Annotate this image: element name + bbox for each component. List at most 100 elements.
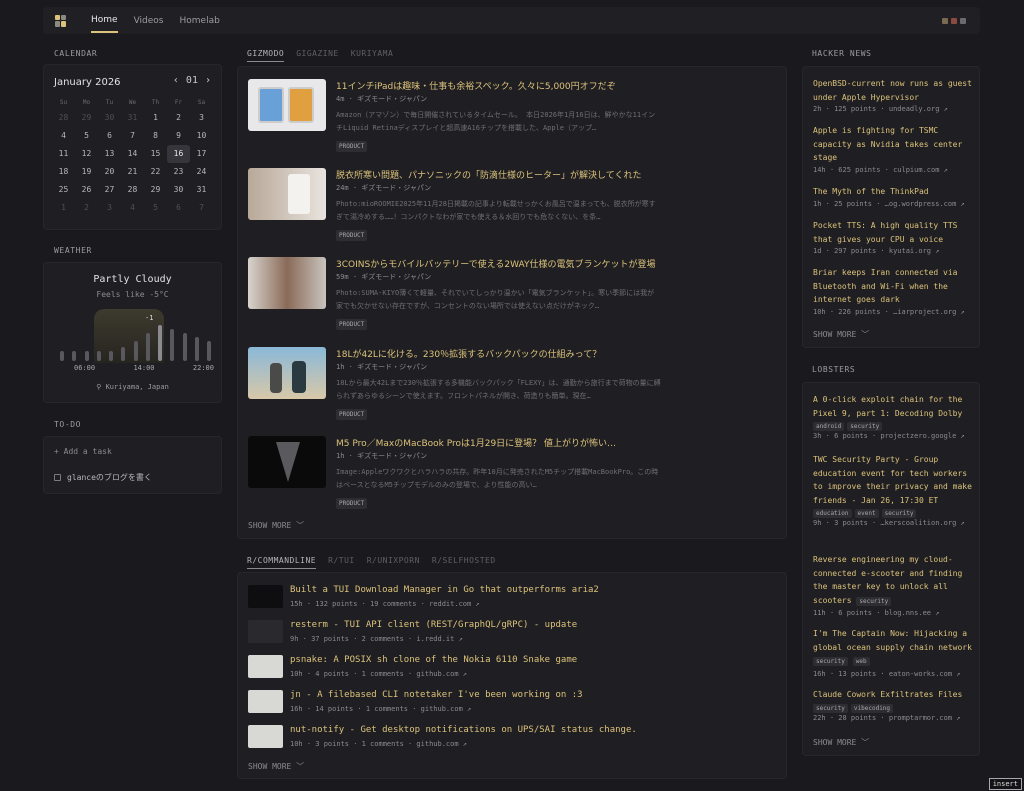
lobsters-tag[interactable]: education — [813, 509, 852, 518]
lobsters-item[interactable]: Reverse engineering my cloud-connected e… — [813, 553, 973, 617]
hn-title[interactable]: Pocket TTS: A high quality TTS that give… — [813, 219, 973, 246]
hn-title[interactable]: Briar keeps Iran connected via Bluetooth… — [813, 266, 973, 307]
lobsters-title-link[interactable]: Claude Cowork Exfiltrates Files — [813, 688, 973, 702]
hn-item[interactable]: Briar keeps Iran connected via Bluetooth… — [813, 266, 973, 316]
article-thumbnail[interactable] — [248, 257, 326, 309]
theme-dot-icon[interactable] — [960, 18, 966, 24]
calendar-day: 12 — [81, 149, 92, 158]
theme-dot-icon[interactable] — [951, 18, 957, 24]
nav-videos[interactable]: Videos — [134, 10, 164, 32]
post-title[interactable]: nut-notify - Get desktop notifications o… — [290, 725, 637, 735]
reddit-post[interactable]: jn - A filebased CLI notetaker I've been… — [248, 690, 778, 720]
reddit-post[interactable]: Built a TUI Download Manager in Go that … — [248, 585, 778, 615]
article-thumbnail[interactable] — [248, 79, 326, 131]
calendar-day: 5 — [84, 131, 89, 140]
calendar-day: 25 — [58, 185, 69, 194]
next-month-icon[interactable]: › — [205, 75, 211, 86]
post-title[interactable]: jn - A filebased CLI notetaker I've been… — [290, 690, 583, 700]
lobsters-tag[interactable]: security — [813, 703, 848, 713]
nav-homelab[interactable]: Homelab — [179, 10, 219, 32]
tab-kuriyama[interactable]: KURIYAMA — [351, 49, 394, 62]
article-description: Image:Appleワクワクとハラハラの共存。昨年10月に発売されたM5チップ… — [336, 468, 659, 489]
tab-gizmodo[interactable]: GIZMODO — [247, 49, 285, 62]
temperature-bar — [109, 351, 113, 361]
lobsters-tag[interactable]: vibecoding — [850, 703, 894, 713]
lobsters-tag[interactable]: web — [852, 657, 870, 666]
lobsters-tag[interactable]: security — [847, 422, 883, 431]
lobsters-item[interactable]: TWC Security Party - Group education eve… — [813, 453, 973, 527]
lobsters-title-link[interactable]: A 0-click exploit chain for the Pixel 9,… — [813, 393, 973, 420]
news-article[interactable]: 11インチiPadは趣味・仕事も余裕スペック。久々に5,000円オフだぞ 4m … — [248, 79, 778, 159]
article-title[interactable]: 11インチiPadは趣味・仕事も余裕スペック。久々に5,000円オフだぞ — [336, 79, 616, 92]
calendar-day: 15 — [150, 149, 161, 158]
lobsters-title-text[interactable]: I'm The Captain Now: Hijacking a global … — [813, 629, 972, 652]
todo-checkbox[interactable] — [54, 474, 61, 481]
hn-item[interactable]: The Myth of the ThinkPad 1h · 25 points … — [813, 185, 973, 208]
reddit-post[interactable]: nut-notify - Get desktop notifications o… — [248, 725, 778, 755]
article-title[interactable]: 18Lが42Lに化ける。230％拡張するバックパックの仕組みって？ — [336, 347, 601, 360]
post-title[interactable]: psnake: A POSIX sh clone of the Nokia 61… — [290, 655, 577, 665]
theme-switcher[interactable] — [942, 18, 966, 24]
tab-r-tui[interactable]: R/TUI — [328, 556, 355, 569]
hn-item[interactable]: Apple is fighting for TSMC capacity as N… — [813, 124, 973, 174]
tab-r-unixporn[interactable]: R/UNIXPORN — [367, 556, 420, 569]
news-article[interactable]: 脱衣所寒い問題、パナソニックの「防滴仕様のヒーター」が解決してくれた 24m ·… — [248, 168, 778, 248]
post-title[interactable]: Built a TUI Download Manager in Go that … — [290, 585, 599, 595]
article-meta: 1h · ギズモード・ジャパン — [336, 363, 428, 371]
article-thumbnail[interactable] — [248, 436, 326, 488]
lobsters-tag[interactable]: security — [856, 596, 892, 606]
theme-dot-icon[interactable] — [942, 18, 948, 24]
news-article[interactable]: M5 Pro／MaxのMacBook Proは1月29日に登場？ 値上がりが怖い… — [248, 436, 778, 516]
tab-gigazine[interactable]: GIGAZINE — [296, 49, 339, 62]
post-title[interactable]: resterm - TUI API client (REST/GraphQL/g… — [290, 620, 577, 630]
article-tag: PRODUCT — [336, 230, 368, 241]
weather-location: ⚲ Kuriyama, Japan — [44, 383, 221, 391]
lobsters-item[interactable]: Claude Cowork Exfiltrates Files security… — [813, 688, 973, 722]
hn-show-more-button[interactable]: SHOW MORE ﹀ — [813, 329, 869, 340]
reddit-show-more-button[interactable]: SHOW MORE ﹀ — [248, 761, 304, 772]
article-tag: PRODUCT — [336, 498, 368, 509]
lobsters-tag[interactable]: security — [813, 657, 848, 666]
calendar-day: 6 — [176, 203, 181, 212]
article-title[interactable]: 脱衣所寒い問題、パナソニックの「防滴仕様のヒーター」が解決してくれた — [336, 168, 641, 181]
previous-month-icon[interactable]: ‹ — [173, 75, 179, 86]
lobsters-title-link[interactable]: I'm The Captain Now: Hijacking a global … — [813, 627, 973, 669]
lobsters-tag[interactable]: android — [813, 422, 845, 431]
hn-item[interactable]: Pocket TTS: A high quality TTS that give… — [813, 219, 973, 255]
article-title[interactable]: M5 Pro／MaxのMacBook Proは1月29日に登場？ 値上がりが怖い… — [336, 436, 616, 449]
post-thumbnail[interactable] — [248, 585, 283, 608]
lobsters-title-link[interactable]: TWC Security Party - Group education eve… — [813, 453, 973, 507]
add-task-input[interactable]: + Add a task — [54, 447, 112, 456]
hn-title[interactable]: The Myth of the ThinkPad — [813, 185, 973, 199]
article-thumbnail[interactable] — [248, 168, 326, 220]
todo-item[interactable]: glanceのブログを書く — [54, 472, 152, 483]
nav-home[interactable]: Home — [91, 9, 118, 33]
reddit-tabs: R/COMMANDLINE R/TUI R/UNIXPORN R/SELFHOS… — [247, 556, 496, 569]
post-meta: 10h · 4 points · 1 comments · github.com… — [290, 670, 468, 678]
tab-r-selfhosted[interactable]: R/SELFHOSTED — [432, 556, 496, 569]
post-thumbnail[interactable] — [248, 690, 283, 713]
hn-title[interactable]: OpenBSD-current now runs as guest under … — [813, 77, 973, 104]
app-logo-icon[interactable] — [55, 14, 67, 27]
post-thumbnail[interactable] — [248, 725, 283, 748]
article-title[interactable]: 3COINSからモバイルバッテリーで使える2WAY仕様の電気ブランケットが登場 — [336, 257, 655, 270]
post-thumbnail[interactable] — [248, 620, 283, 643]
lobsters-tag[interactable]: security — [881, 509, 917, 518]
lobsters-show-more-button[interactable]: SHOW MORE ﹀ — [813, 737, 869, 748]
reddit-post[interactable]: resterm - TUI API client (REST/GraphQL/g… — [248, 620, 778, 650]
article-thumbnail[interactable] — [248, 347, 326, 399]
calendar-day: 3 — [199, 113, 204, 122]
tab-r-commandline[interactable]: R/COMMANDLINE — [247, 556, 317, 569]
calendar-day: 31 — [127, 113, 138, 122]
lobsters-title-link[interactable]: Reverse engineering my cloud-connected e… — [813, 553, 973, 608]
news-article[interactable]: 18Lが42Lに化ける。230％拡張するバックパックの仕組みって？ 1h · ギ… — [248, 347, 778, 427]
news-show-more-button[interactable]: SHOW MORE ﹀ — [248, 520, 304, 531]
hn-item[interactable]: OpenBSD-current now runs as guest under … — [813, 77, 973, 113]
news-article[interactable]: 3COINSからモバイルバッテリーで使える2WAY仕様の電気ブランケットが登場 … — [248, 257, 778, 337]
lobsters-tag[interactable]: event — [854, 509, 879, 518]
post-thumbnail[interactable] — [248, 655, 283, 678]
lobsters-item[interactable]: A 0-click exploit chain for the Pixel 9,… — [813, 393, 973, 440]
hn-title[interactable]: Apple is fighting for TSMC capacity as N… — [813, 124, 973, 165]
reddit-post[interactable]: psnake: A POSIX sh clone of the Nokia 61… — [248, 655, 778, 685]
lobsters-item[interactable]: I'm The Captain Now: Hijacking a global … — [813, 627, 973, 678]
